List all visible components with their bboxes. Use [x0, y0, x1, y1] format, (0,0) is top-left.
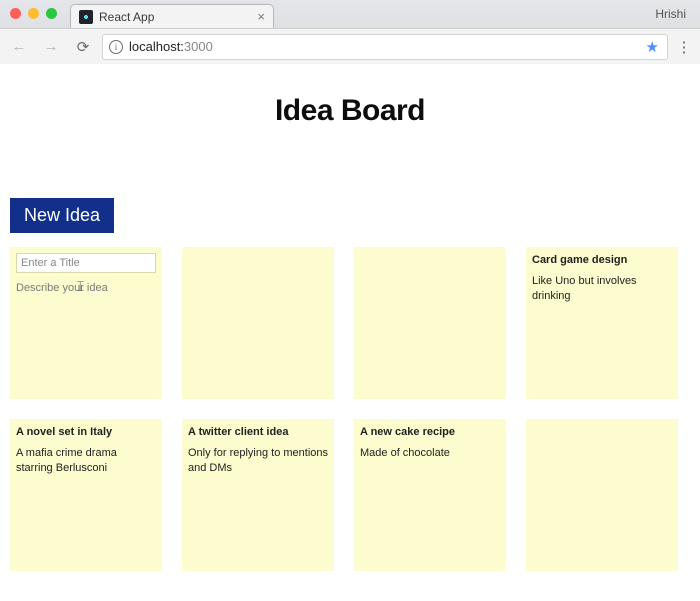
idea-card-body: A mafia crime drama starring Berlusconi	[16, 446, 156, 476]
page-body: New Idea Describe your idea ⌶ Card game …	[0, 198, 700, 571]
idea-card-title: A new cake recipe	[360, 425, 500, 440]
tab-close-icon[interactable]: ×	[257, 10, 265, 23]
idea-card-title: A novel set in Italy	[16, 425, 156, 440]
browser-tab-title: React App	[99, 10, 251, 24]
idea-card-title: Card game design	[532, 253, 672, 268]
forward-button[interactable]: →	[38, 34, 64, 60]
url-port: 3000	[184, 39, 213, 54]
window-zoom-button[interactable]	[46, 8, 57, 19]
idea-grid: Describe your idea ⌶ Card game design Li…	[10, 247, 690, 571]
idea-card-empty[interactable]	[182, 247, 334, 399]
window-controls	[10, 8, 57, 19]
idea-card-body: Only for replying to mentions and DMs	[188, 446, 328, 476]
reload-button[interactable]: ⟳	[70, 34, 96, 60]
window-minimize-button[interactable]	[28, 8, 39, 19]
new-idea-button[interactable]: New Idea	[10, 198, 114, 233]
address-bar[interactable]: i localhost:3000 ★	[102, 34, 668, 60]
url-host: localhost:	[129, 39, 184, 54]
back-button[interactable]: ←	[6, 34, 32, 60]
browser-chrome: Hrishi React App × ← → ⟳ i localhost:300…	[0, 0, 700, 64]
bookmark-star-icon[interactable]: ★	[646, 38, 659, 56]
page-title: Idea Board	[0, 94, 700, 128]
browser-tab[interactable]: React App ×	[70, 4, 274, 28]
browser-menu-icon[interactable]: ⋮	[674, 38, 694, 56]
url-text: localhost:3000	[129, 39, 213, 54]
browser-toolbar: ← → ⟳ i localhost:3000 ★ ⋮	[0, 28, 700, 64]
site-info-icon[interactable]: i	[109, 40, 123, 54]
idea-title-input[interactable]	[16, 253, 156, 273]
browser-profile-name: Hrishi	[655, 7, 686, 21]
idea-card-empty[interactable]	[354, 247, 506, 399]
idea-card[interactable]: A twitter client idea Only for replying …	[182, 419, 334, 571]
idea-card-title: A twitter client idea	[188, 425, 328, 440]
idea-card-body: Made of chocolate	[360, 446, 500, 461]
idea-card-empty[interactable]	[526, 419, 678, 571]
page-viewport: Idea Board New Idea Describe your idea ⌶…	[0, 64, 700, 601]
idea-card[interactable]: Card game design Like Uno but involves d…	[526, 247, 678, 399]
idea-card[interactable]: A novel set in Italy A mafia crime drama…	[10, 419, 162, 571]
idea-card-body: Like Uno but involves drinking	[532, 274, 672, 304]
idea-description-input[interactable]: Describe your idea	[16, 281, 156, 296]
window-close-button[interactable]	[10, 8, 21, 19]
react-favicon-icon	[79, 10, 93, 24]
idea-card-editing: Describe your idea ⌶	[10, 247, 162, 399]
idea-card[interactable]: A new cake recipe Made of chocolate	[354, 419, 506, 571]
